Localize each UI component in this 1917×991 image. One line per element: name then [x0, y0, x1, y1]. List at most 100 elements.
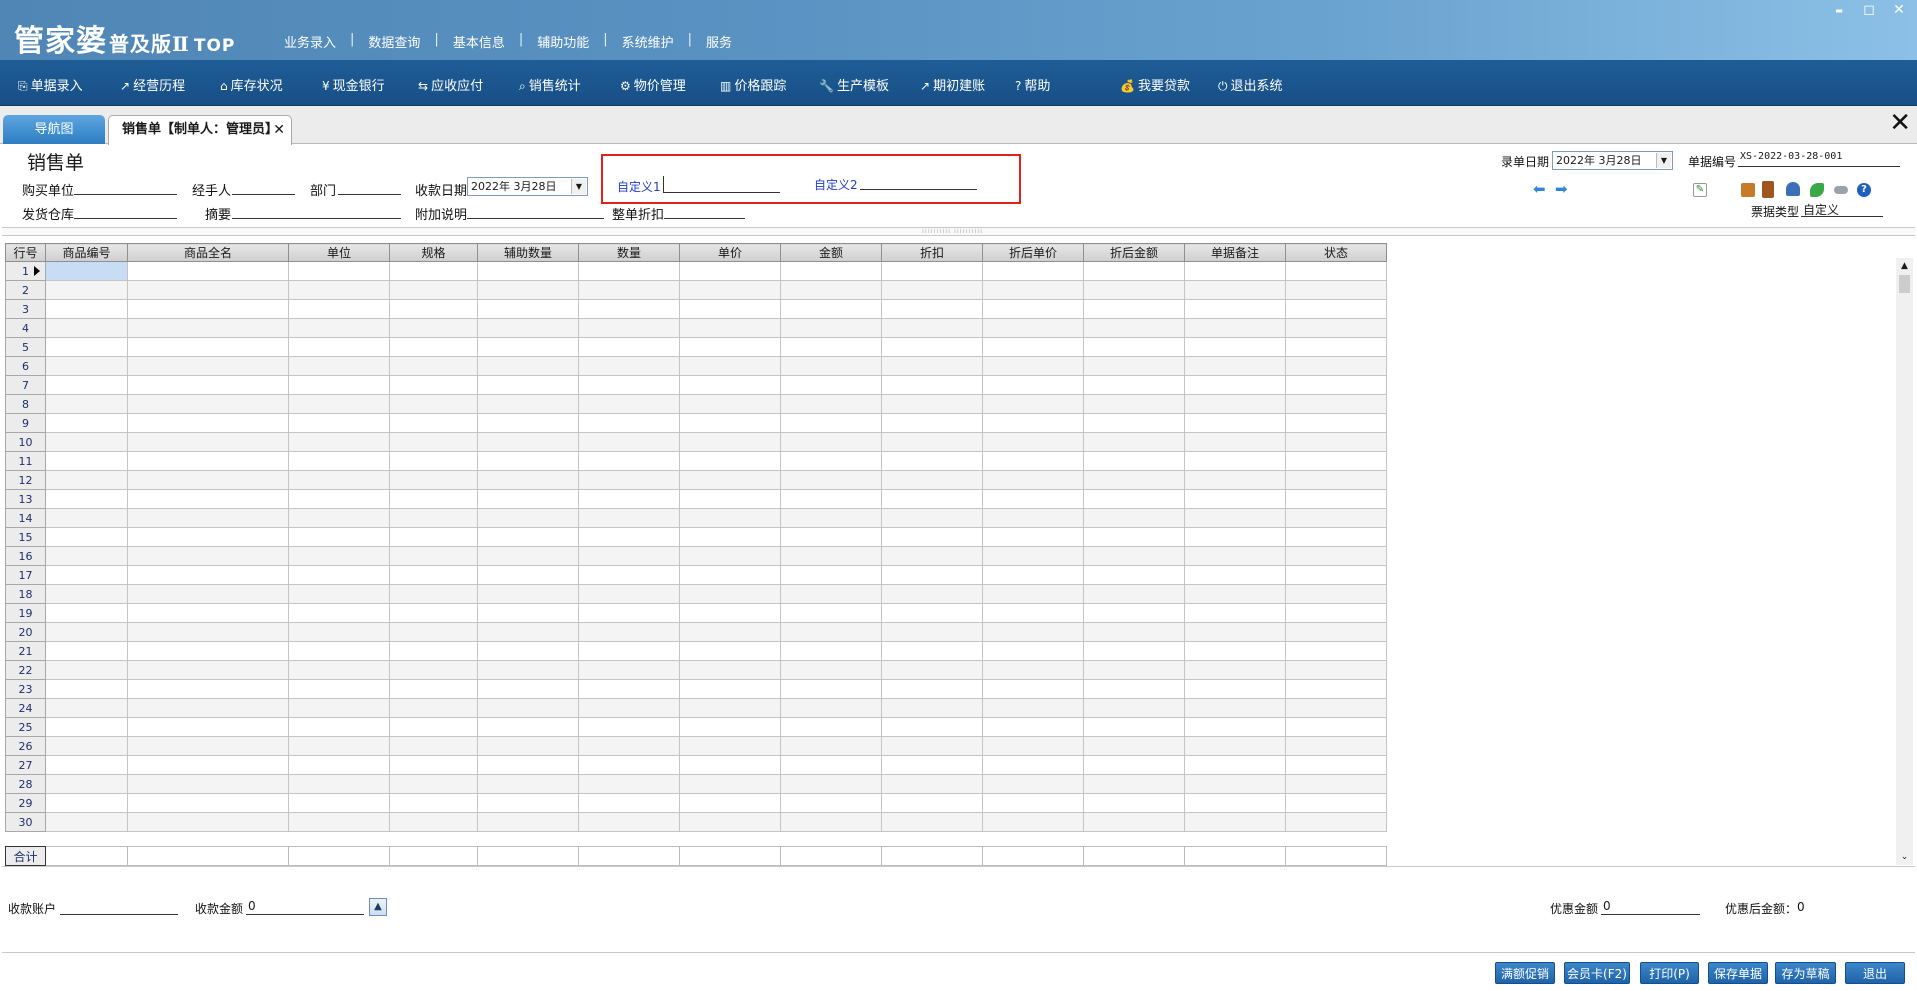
buyer-field[interactable]: [74, 179, 177, 195]
grid-cell[interactable]: [1285, 717, 1387, 737]
grid-cell[interactable]: [982, 299, 1084, 319]
grid-cell[interactable]: [1184, 261, 1286, 281]
link-icon[interactable]: [1834, 186, 1848, 194]
grid-cell[interactable]: [982, 261, 1084, 281]
grid-cell[interactable]: [477, 299, 579, 319]
grid-cell[interactable]: [679, 489, 781, 509]
grid-cell[interactable]: [45, 812, 128, 832]
grid-cell[interactable]: [679, 565, 781, 585]
grid-cell[interactable]: [578, 641, 680, 661]
grid-cell[interactable]: [45, 546, 128, 566]
grid-cell[interactable]: [780, 812, 882, 832]
column-header[interactable]: 单据备注: [1184, 243, 1286, 262]
book-icon[interactable]: [1762, 181, 1774, 198]
grid-cell[interactable]: [1285, 470, 1387, 490]
grid-cell[interactable]: [578, 603, 680, 623]
grid-cell[interactable]: [45, 660, 128, 680]
grid-cell[interactable]: [389, 356, 478, 376]
grid-cell[interactable]: [45, 622, 128, 642]
save-button[interactable]: 保存单据: [1708, 962, 1768, 984]
grid-cell[interactable]: [477, 793, 579, 813]
grid-cell[interactable]: [1083, 546, 1185, 566]
grid-cell[interactable]: [127, 527, 289, 547]
grid-cell[interactable]: [1285, 489, 1387, 509]
grid-cell[interactable]: [780, 546, 882, 566]
grid-cell[interactable]: [477, 622, 579, 642]
grid-cell[interactable]: [679, 584, 781, 604]
note-field[interactable]: [467, 203, 604, 219]
grid-cell[interactable]: [288, 451, 390, 471]
grid-cell[interactable]: [881, 375, 983, 395]
grid-cell[interactable]: [477, 774, 579, 794]
grid-cell[interactable]: [1285, 356, 1387, 376]
grid-cell[interactable]: [477, 584, 579, 604]
grid-cell[interactable]: [578, 470, 680, 490]
grid-cell[interactable]: [679, 774, 781, 794]
grid-cell[interactable]: [982, 413, 1084, 433]
grid-cell[interactable]: [477, 432, 579, 452]
grid-cell[interactable]: [982, 774, 1084, 794]
grid-cell[interactable]: [1083, 337, 1185, 357]
grid-cell[interactable]: [881, 793, 983, 813]
grid-cell[interactable]: [45, 337, 128, 357]
grid-cell[interactable]: [45, 356, 128, 376]
grid-cell[interactable]: [288, 793, 390, 813]
grid-cell[interactable]: [679, 280, 781, 300]
grid-cell[interactable]: [288, 660, 390, 680]
column-header[interactable]: 折后单价: [982, 243, 1084, 262]
grid-cell[interactable]: [1083, 527, 1185, 547]
grid-cell[interactable]: [578, 793, 680, 813]
grid-cell[interactable]: [982, 375, 1084, 395]
grid-cell[interactable]: [45, 584, 128, 604]
grid-cell[interactable]: [982, 603, 1084, 623]
grid-cell[interactable]: [288, 546, 390, 566]
column-header[interactable]: 数量: [578, 243, 680, 262]
grid-cell[interactable]: [982, 698, 1084, 718]
grid-cell[interactable]: [477, 280, 579, 300]
grid-cell[interactable]: [389, 337, 478, 357]
grid-cell[interactable]: [477, 375, 579, 395]
grid-cell[interactable]: [288, 394, 390, 414]
grid-cell[interactable]: [389, 660, 478, 680]
grid-cell[interactable]: [389, 451, 478, 471]
grid-cell[interactable]: [1285, 812, 1387, 832]
grid-cell[interactable]: [288, 432, 390, 452]
restore-icon[interactable]: ◻: [1861, 2, 1877, 20]
grid-cell[interactable]: [1285, 679, 1387, 699]
grid-cell[interactable]: [1184, 679, 1286, 699]
grid-cell[interactable]: [288, 812, 390, 832]
grid-cell[interactable]: [679, 413, 781, 433]
grid-cell[interactable]: [389, 736, 478, 756]
grid-cell[interactable]: [45, 261, 128, 281]
grid-cell[interactable]: [45, 508, 128, 528]
grid-cell[interactable]: [288, 527, 390, 547]
ticket-type-field[interactable]: 自定义: [1801, 201, 1883, 217]
grid-cell[interactable]: [881, 812, 983, 832]
grid-cell[interactable]: [1184, 470, 1286, 490]
column-header[interactable]: 行号: [5, 243, 46, 262]
grid-cell[interactable]: [389, 489, 478, 509]
warehouse-field[interactable]: [74, 203, 177, 219]
grid-cell[interactable]: [1285, 774, 1387, 794]
grid-cell[interactable]: [1083, 432, 1185, 452]
grid-cell[interactable]: [679, 812, 781, 832]
grid-cell[interactable]: [127, 432, 289, 452]
grid-cell[interactable]: [1083, 641, 1185, 661]
save-draft-button[interactable]: 存为草稿: [1775, 962, 1836, 984]
grid-cell[interactable]: [881, 736, 983, 756]
grid-cell[interactable]: [780, 318, 882, 338]
grid-cell[interactable]: [127, 717, 289, 737]
grid-cell[interactable]: [578, 261, 680, 281]
column-header[interactable]: 单价: [679, 243, 781, 262]
toolbar-button-6[interactable]: ⌕ 销售统计: [519, 75, 581, 94]
grid-cell[interactable]: [1184, 717, 1286, 737]
grid-cell[interactable]: [1083, 698, 1185, 718]
grid-cell[interactable]: [389, 679, 478, 699]
grid-cell[interactable]: [578, 318, 680, 338]
grid-cell[interactable]: [1184, 584, 1286, 604]
grid-cell[interactable]: [1285, 641, 1387, 661]
grid-cell[interactable]: [982, 508, 1084, 528]
grid-cell[interactable]: [1184, 394, 1286, 414]
grid-cell[interactable]: [1184, 280, 1286, 300]
grid-cell[interactable]: [1184, 489, 1286, 509]
